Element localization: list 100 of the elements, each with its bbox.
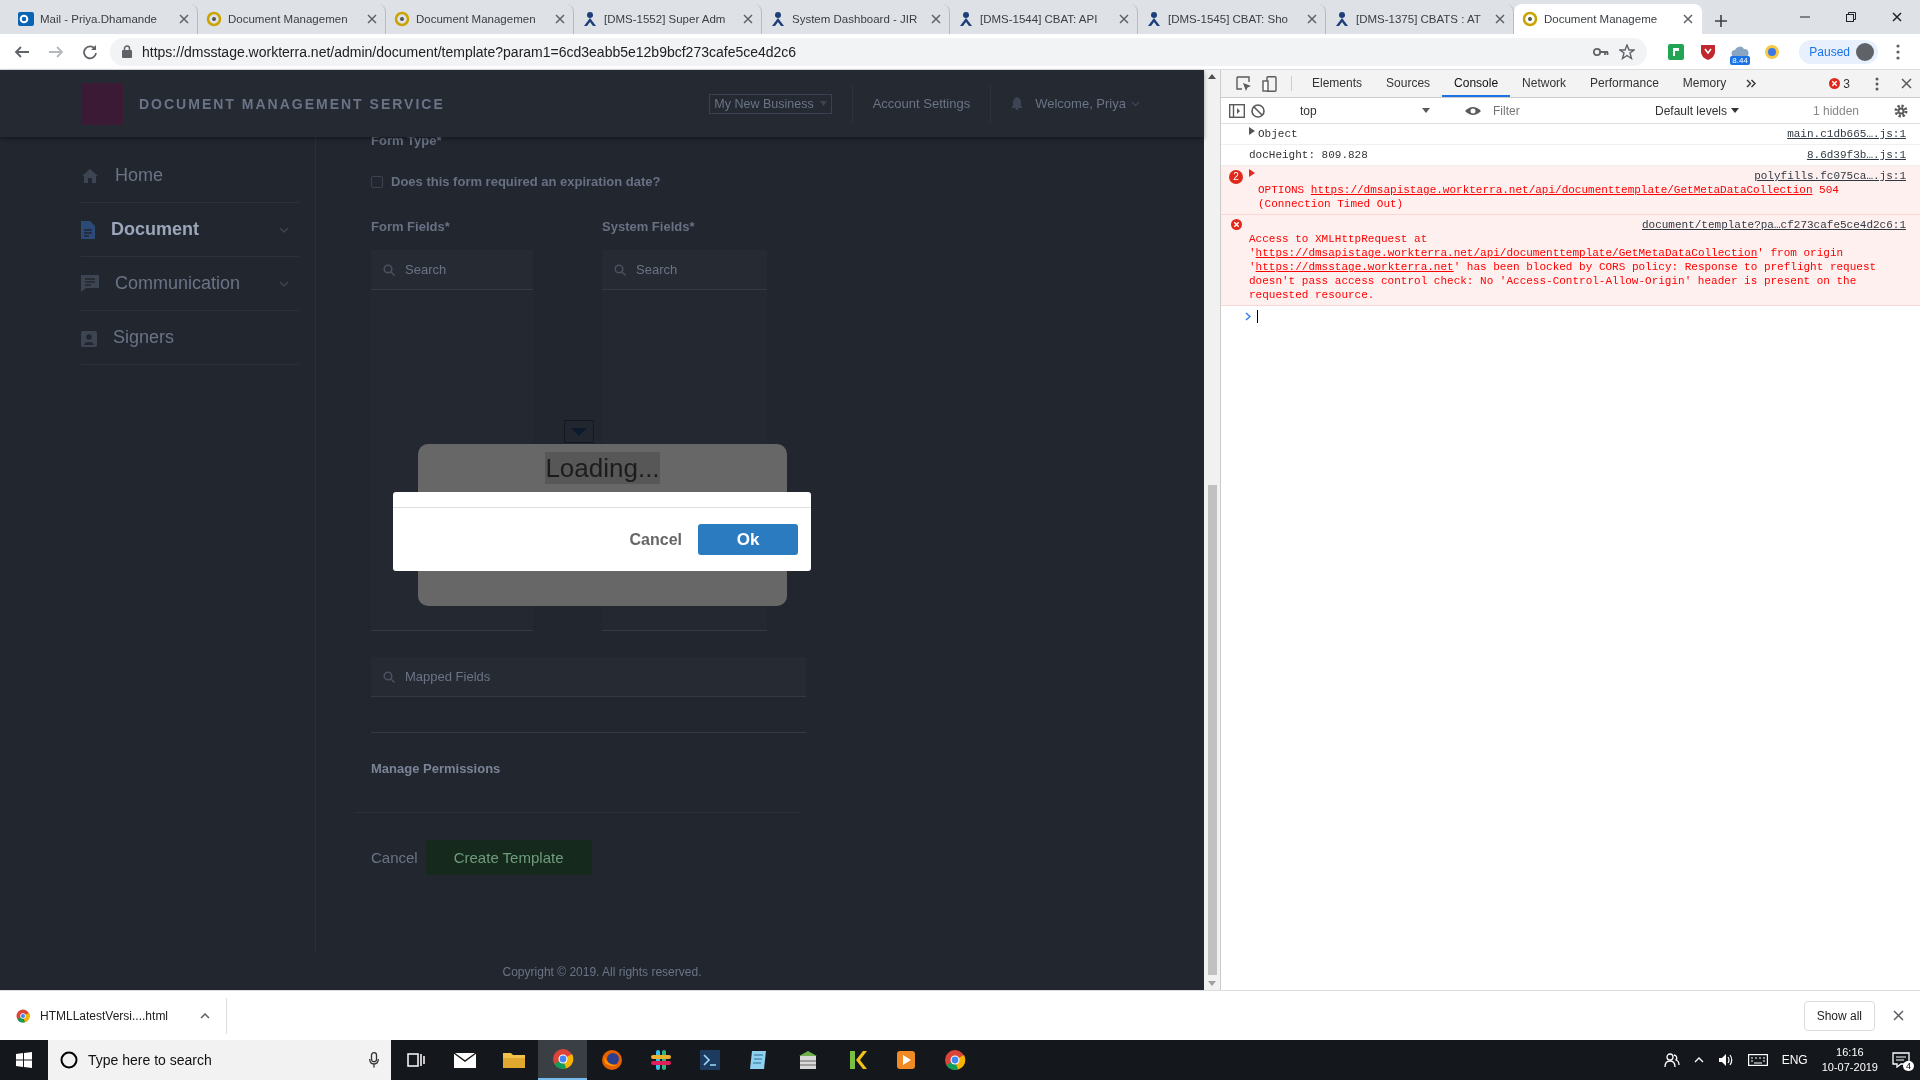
ok-button[interactable]: Ok bbox=[698, 524, 798, 555]
close-icon[interactable] bbox=[1901, 78, 1912, 89]
figure-icon bbox=[958, 11, 974, 27]
ring-logo-icon[interactable] bbox=[551, 1048, 574, 1070]
checkbox-label: Does this form required an expiration date? bbox=[391, 174, 661, 189]
plus-icon[interactable] bbox=[1714, 14, 1728, 28]
source-link[interactable]: 8.6d39f3b….js:1 bbox=[1806, 148, 1906, 162]
device-icon[interactable] bbox=[1262, 75, 1278, 92]
globe-icon[interactable] bbox=[600, 1049, 623, 1071]
people-icon[interactable] bbox=[1663, 1052, 1680, 1068]
source-link[interactable]: polyfills.fc075ca….js:1 bbox=[1754, 169, 1906, 183]
chevron-up-icon[interactable] bbox=[200, 1012, 211, 1019]
kebab-icon[interactable] bbox=[1875, 76, 1879, 91]
loading-text: Loading... bbox=[545, 452, 660, 484]
search-field[interactable]: Search bbox=[636, 250, 755, 289]
clear-icon[interactable] bbox=[1251, 103, 1265, 118]
show-all-button[interactable]: Show all bbox=[1803, 1000, 1875, 1031]
close-icon[interactable] bbox=[1683, 14, 1693, 24]
keyboard-icon[interactable] bbox=[1747, 1054, 1768, 1066]
inspect-icon[interactable] bbox=[1236, 75, 1252, 92]
swirl-icon[interactable] bbox=[1764, 43, 1781, 60]
close-icon[interactable] bbox=[931, 14, 941, 24]
folder-icon[interactable] bbox=[501, 1050, 526, 1070]
create-template-button[interactable]: Create Template bbox=[425, 840, 592, 875]
close-icon[interactable] bbox=[743, 14, 753, 24]
sidebar-toggle-icon[interactable] bbox=[1229, 103, 1245, 118]
cancel-button[interactable]: Cancel bbox=[627, 526, 684, 553]
hidden-count: 1 hidden bbox=[1812, 103, 1859, 118]
close-icon[interactable] bbox=[1119, 14, 1129, 24]
source-link[interactable]: main.c1db665….js:1 bbox=[1787, 127, 1906, 141]
play-icon[interactable] bbox=[894, 1049, 917, 1071]
message-text: OPTIONS https://dmsapistage.workterra.net/api/documenttemplate/GetMetaDataCollection 504 (Connection Timed Out) bbox=[1258, 183, 1840, 211]
settings-icon[interactable] bbox=[1894, 103, 1908, 118]
devtools-tab[interactable]: Console bbox=[1442, 70, 1511, 97]
error-counter[interactable]: 3 bbox=[1829, 76, 1850, 91]
kebab-icon bbox=[1896, 43, 1900, 60]
chat-icon bbox=[81, 275, 99, 292]
sidebar-item[interactable]: Document bbox=[81, 203, 299, 257]
taskbar-search-box[interactable]: Type here to search bbox=[48, 1040, 391, 1080]
hash-icon[interactable] bbox=[649, 1049, 672, 1071]
address-bar[interactable]: https://dmsstage.workterra.net/admin/document/template?param1=6cd3eabb5e12b9bcf273cafe5ce4d2c6 bbox=[110, 37, 1648, 66]
task-view-icon[interactable] bbox=[405, 1050, 426, 1070]
envelope-icon[interactable] bbox=[452, 1050, 477, 1070]
ring-icon bbox=[1522, 11, 1538, 27]
search-box[interactable]: Search bbox=[371, 250, 533, 290]
source-link[interactable]: document/template?pa…cf273cafe5ce4d2c6:1 bbox=[1641, 218, 1906, 232]
devtools-tab[interactable]: Memory bbox=[1670, 70, 1739, 97]
scrollbar[interactable] bbox=[1204, 70, 1220, 990]
close-icon[interactable] bbox=[555, 14, 565, 24]
figure-icon bbox=[582, 11, 598, 27]
shield-icon[interactable] bbox=[1700, 43, 1717, 60]
star-icon[interactable] bbox=[1619, 43, 1636, 60]
url-link[interactable]: https://dmsapistage.workterra.net/api/documenttemplate/GetMetaDataCollection bbox=[1255, 247, 1758, 259]
scroll-thumb[interactable] bbox=[1207, 485, 1217, 975]
browser-tab[interactable]: Document Manageme bbox=[1514, 4, 1702, 34]
close-icon[interactable] bbox=[1893, 1010, 1904, 1021]
close-icon[interactable] bbox=[367, 14, 377, 24]
url-link[interactable]: https://dmsapistage.workterra.net/api/documenttemplate/GetMetaDataCollection bbox=[1310, 184, 1813, 196]
clock[interactable]: 16:16 10-07-2019 bbox=[1821, 1045, 1878, 1075]
ring-icon bbox=[206, 11, 222, 27]
windows-logo-icon[interactable] bbox=[16, 1052, 32, 1068]
extension-icon[interactable] bbox=[1668, 43, 1685, 60]
levels-select[interactable]: Default levels bbox=[1655, 103, 1740, 118]
key-icon[interactable] bbox=[1593, 46, 1610, 57]
taskbar-search-field[interactable]: Type here to search bbox=[88, 1040, 359, 1080]
checkbox[interactable] bbox=[371, 175, 383, 188]
close-icon[interactable] bbox=[1307, 14, 1317, 24]
more-tabs-icon[interactable] bbox=[1746, 79, 1757, 88]
context-select[interactable]: top bbox=[1294, 103, 1436, 118]
code-icon[interactable] bbox=[698, 1049, 721, 1071]
taskbar-app[interactable] bbox=[538, 1040, 587, 1080]
caret-icon bbox=[819, 101, 827, 106]
chevron-down-icon bbox=[1131, 100, 1140, 107]
ring-logo-icon[interactable] bbox=[943, 1049, 966, 1071]
search-field[interactable]: Search bbox=[405, 250, 521, 289]
language-indicator[interactable]: ENG bbox=[1781, 1053, 1808, 1067]
devtools-tab[interactable]: Sources bbox=[1374, 70, 1443, 97]
url-link[interactable]: https://dmsstage.workterra.net bbox=[1255, 261, 1454, 273]
notification-icon[interactable] bbox=[1892, 1052, 1910, 1068]
cloud-icon[interactable] bbox=[1731, 44, 1750, 59]
close-icon[interactable] bbox=[1495, 14, 1505, 24]
ring-icon bbox=[394, 11, 410, 27]
search-icon bbox=[614, 263, 626, 276]
expand-triangle-icon[interactable] bbox=[1249, 127, 1255, 135]
expand-triangle-icon[interactable] bbox=[1249, 169, 1255, 177]
profile-button[interactable]: Paused bbox=[1799, 39, 1878, 64]
prompt-chevron-icon bbox=[1245, 312, 1251, 321]
devtools-tab[interactable]: Performance bbox=[1578, 70, 1671, 97]
search-box[interactable]: Search bbox=[602, 250, 767, 290]
mail-icon bbox=[18, 11, 34, 27]
forward-arrow-icon bbox=[48, 43, 64, 60]
caret-icon bbox=[1422, 108, 1430, 113]
url-text: https://dmsstage.workterra.net/admin/document/template?param1=6cd3eabb5e12b9bcf273cafe5ce4d2c6 bbox=[142, 43, 798, 60]
devtools-tab[interactable]: Elements bbox=[1300, 70, 1375, 97]
download-item[interactable]: HTMLLatestVersi....html bbox=[16, 997, 228, 1034]
devtools-tab[interactable]: Network bbox=[1510, 70, 1579, 97]
close-icon[interactable] bbox=[179, 14, 189, 24]
speaker-icon[interactable] bbox=[1717, 1053, 1734, 1067]
error-icon bbox=[1230, 219, 1242, 230]
eye-icon[interactable] bbox=[1465, 105, 1481, 116]
